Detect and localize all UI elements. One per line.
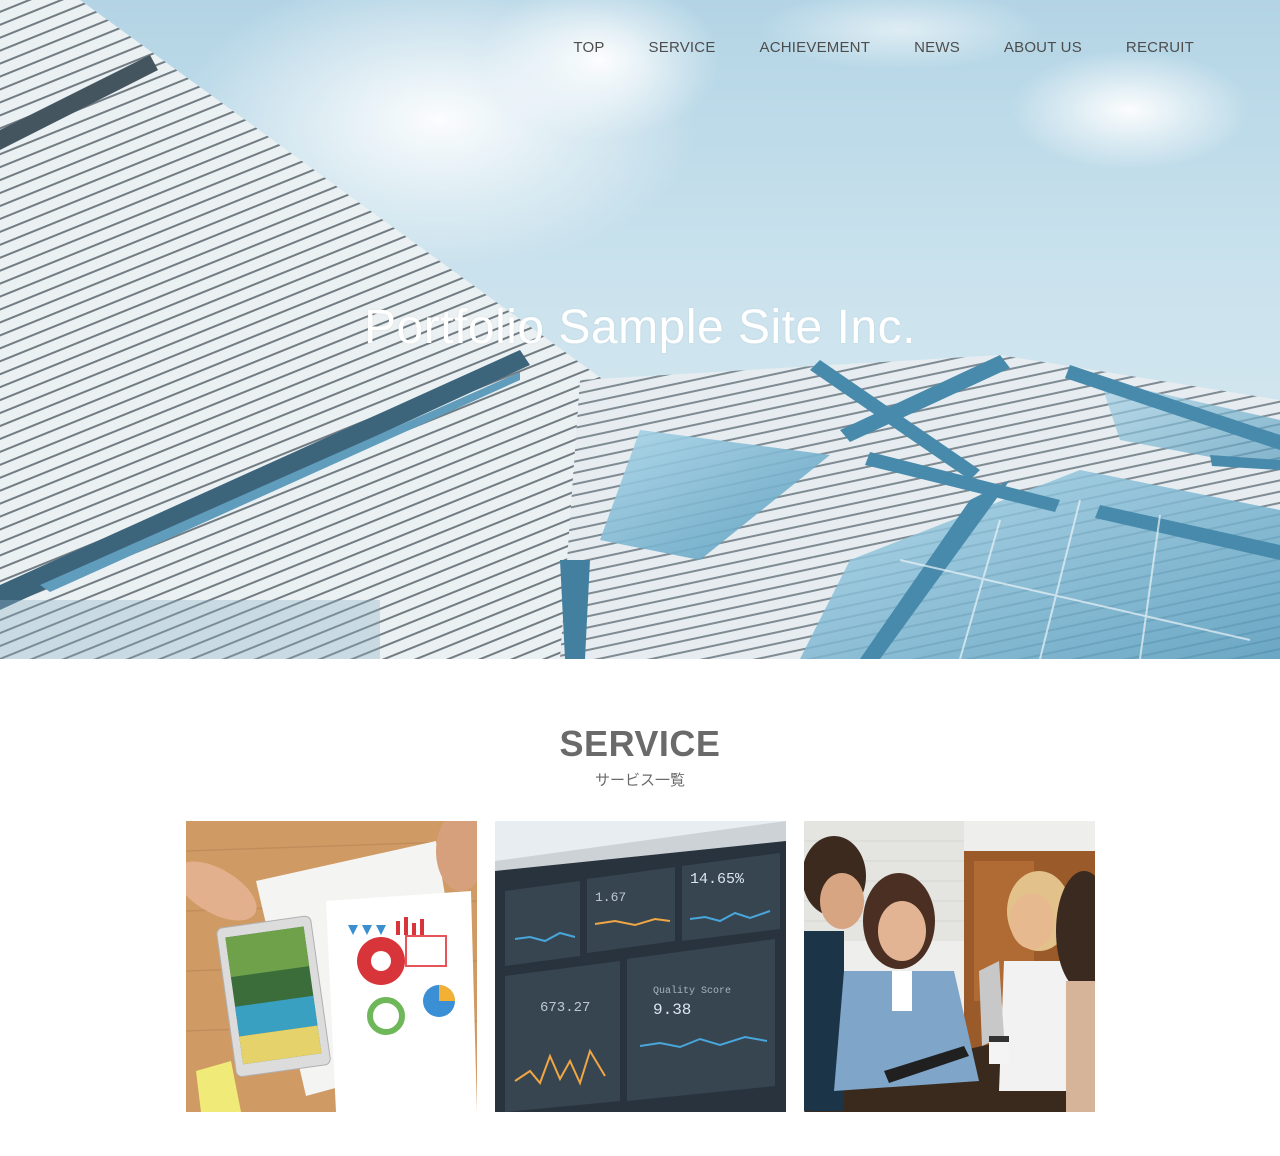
service-card-1[interactable] — [186, 821, 477, 1112]
nav-item-about-us[interactable]: ABOUT US — [1004, 38, 1082, 58]
service-card-3[interactable] — [804, 821, 1095, 1112]
hero-title: Portfolio Sample Site Inc. — [364, 301, 916, 354]
nav-item-top[interactable]: TOP — [573, 38, 604, 58]
nav-item-service[interactable]: SERVICE — [649, 38, 716, 58]
nav-item-achievement[interactable]: ACHIEVEMENT — [760, 38, 871, 58]
main-navigation: TOP SERVICE ACHIEVEMENT NEWS ABOUT US RE… — [529, 38, 1194, 58]
nav-item-recruit[interactable]: RECRUIT — [1126, 38, 1194, 58]
service-heading: SERVICE — [559, 723, 721, 764]
tablet-and-charts-photo — [186, 821, 477, 1112]
service-card-list: 14.65% 1.67 673.27 9.38 Quality Score — [186, 821, 1095, 1112]
nav-item-news[interactable]: NEWS — [914, 38, 960, 58]
service-section: SERVICE サービス一覧 14.65% 1.67 673.27 9.38 Q… — [0, 659, 1280, 1156]
hero-section: TOP SERVICE ACHIEVEMENT NEWS ABOUT US RE… — [0, 0, 1280, 659]
analytics-dashboard-photo: 14.65% 1.67 673.27 9.38 Quality Score — [495, 821, 786, 1112]
service-card-2[interactable]: 14.65% 1.67 673.27 9.38 Quality Score — [495, 821, 786, 1112]
service-subheading: サービス一覧 — [594, 772, 685, 789]
team-meeting-photo — [804, 821, 1095, 1112]
